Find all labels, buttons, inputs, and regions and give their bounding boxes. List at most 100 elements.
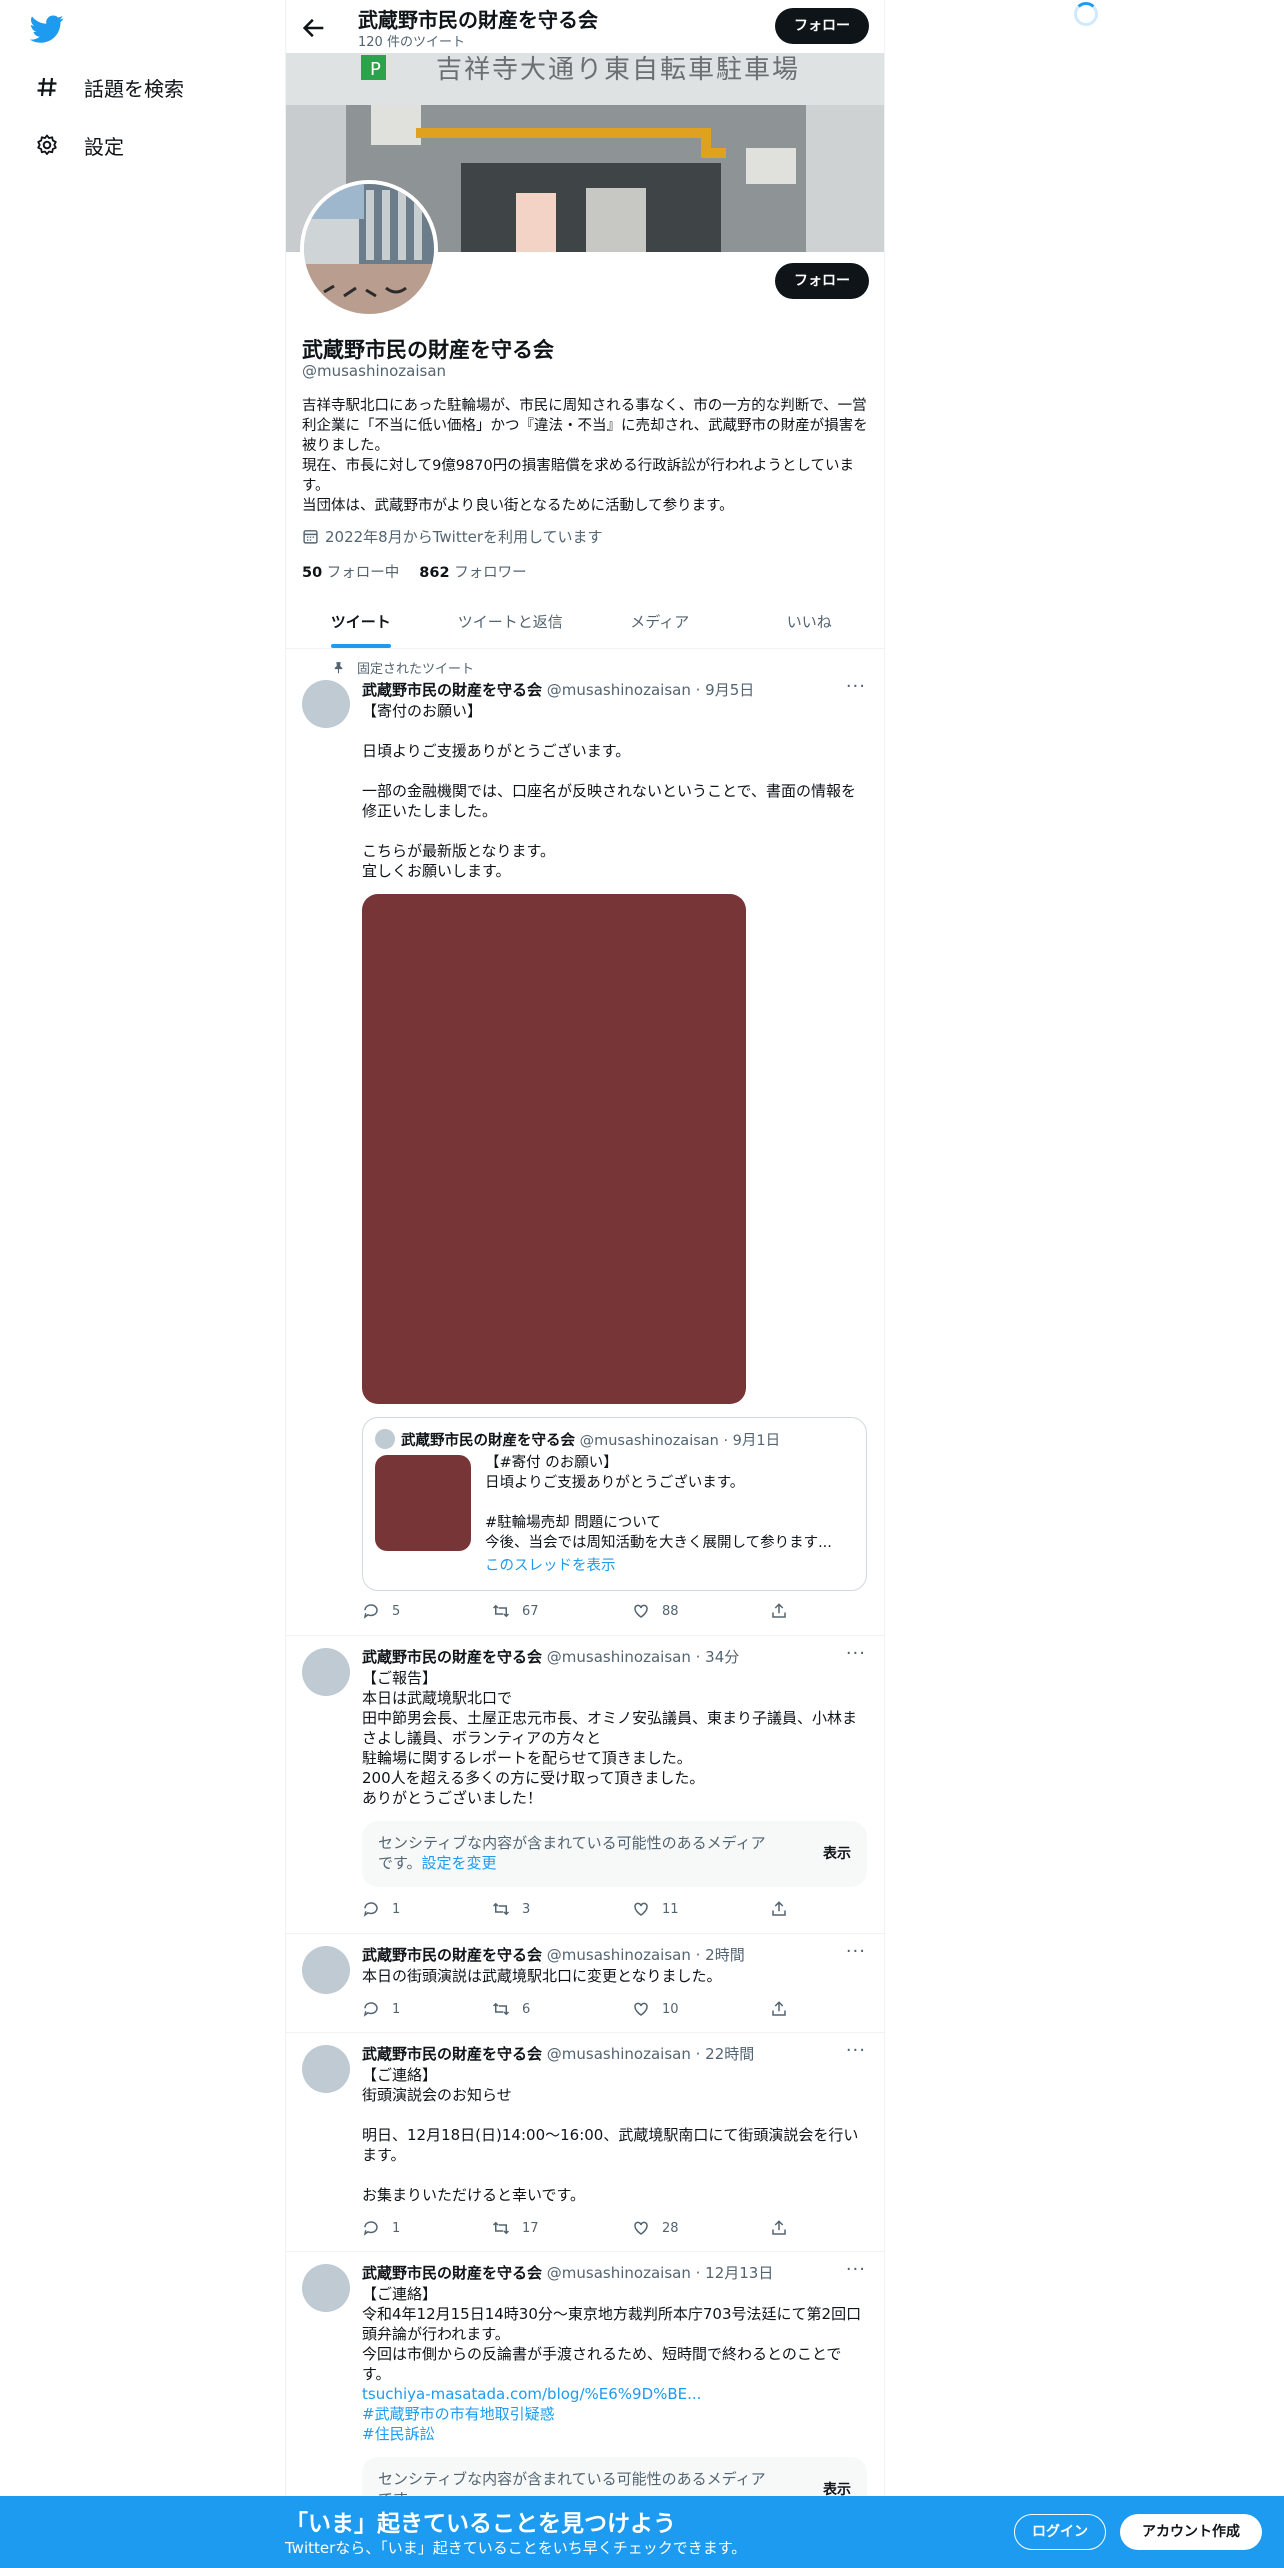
followers-link[interactable]: 862 フォロワー bbox=[419, 561, 526, 582]
retweet-icon bbox=[492, 1902, 510, 1916]
gear-icon bbox=[34, 132, 60, 158]
tweet-media[interactable] bbox=[362, 894, 746, 1404]
banner-sign-text: 吉祥寺大通り東自転車駐車場 bbox=[436, 55, 800, 85]
tweet-header: 武蔵野市民の財産を守る会 @musashinozaisan · 2時間 bbox=[362, 1946, 745, 1964]
signup-subtext: Twitterなら、「いま」起きていることをいち早くチェックできます。 bbox=[285, 2539, 747, 2557]
tweet-avatar[interactable] bbox=[302, 2264, 350, 2312]
share-button[interactable] bbox=[770, 1900, 788, 1918]
quote-media bbox=[375, 1455, 471, 1551]
like-button[interactable]: 11 bbox=[632, 1900, 679, 1918]
share-button[interactable] bbox=[770, 2000, 788, 2018]
signup-button[interactable]: アカウント作成 bbox=[1120, 2514, 1262, 2550]
like-button[interactable]: 10 bbox=[632, 2000, 679, 2018]
tweet[interactable]: 武蔵野市民の財産を守る会 @musashinozaisan · 34分 ··· … bbox=[286, 1636, 884, 1934]
reply-icon bbox=[363, 1604, 378, 1619]
reply-button[interactable]: 1 bbox=[362, 2000, 400, 2018]
calendar-icon bbox=[303, 530, 318, 544]
nav-settings-label: 設定 bbox=[84, 134, 124, 159]
tab-tweets-replies[interactable]: ツイートと返信 bbox=[436, 596, 586, 648]
retweet-button[interactable]: 6 bbox=[492, 2000, 530, 2018]
share-icon bbox=[772, 2220, 786, 2235]
profile-name: 武蔵野市民の財産を守る会 bbox=[302, 338, 554, 362]
nav-explore-label: 話題を検索 bbox=[84, 76, 184, 101]
retweet-button[interactable]: 17 bbox=[492, 2219, 539, 2237]
retweet-button[interactable]: 67 bbox=[492, 1602, 539, 1620]
tweet-avatar[interactable] bbox=[302, 2045, 350, 2093]
signup-headline: 「いま」起きていることを見つけよう bbox=[285, 2511, 676, 2537]
reply-button[interactable]: 1 bbox=[362, 1900, 400, 1918]
tweet-actions: 1 17 28 bbox=[362, 2219, 786, 2239]
retweet-icon bbox=[492, 2002, 510, 2016]
tweet-pinned[interactable]: 固定されたツイート 武蔵野市民の財産を守る会 @musashinozaisan … bbox=[286, 650, 884, 1636]
nav-explore[interactable]: 話題を検索 bbox=[34, 67, 184, 107]
tab-media[interactable]: メディア bbox=[585, 596, 735, 648]
more-options-icon[interactable]: ··· bbox=[846, 1643, 866, 1664]
reply-icon bbox=[363, 2221, 378, 2236]
more-options-icon[interactable]: ··· bbox=[846, 2040, 866, 2061]
more-options-icon[interactable]: ··· bbox=[846, 2259, 866, 2280]
tweet-avatar[interactable] bbox=[302, 680, 350, 728]
profile-joined-text: 2022年8月からTwitterを利用しています bbox=[325, 528, 603, 546]
more-options-icon[interactable]: ··· bbox=[846, 676, 866, 697]
profile-avatar[interactable] bbox=[300, 180, 438, 318]
share-icon bbox=[772, 1901, 786, 1916]
share-button[interactable] bbox=[770, 2219, 788, 2237]
quote-header: 武蔵野市民の財産を守る会 @musashinozaisan · 9月1日 bbox=[401, 1433, 781, 1449]
hashtag-link[interactable]: #住民訴訟 bbox=[362, 2424, 701, 2444]
tab-likes[interactable]: いいね bbox=[735, 596, 885, 648]
tweet-text: 【ご連絡】 令和4年12月15日14時30分～東京地方裁判所本庁703号法廷にて… bbox=[362, 2285, 862, 2383]
heart-icon bbox=[634, 2002, 648, 2016]
tweet-avatar[interactable] bbox=[302, 1648, 350, 1696]
show-thread-link[interactable]: このスレッドを表示 bbox=[485, 1554, 616, 1575]
external-link[interactable]: tsuchiya-masatada.com/blog/%E6%9D%BE... bbox=[362, 2384, 701, 2404]
like-button[interactable]: 88 bbox=[632, 1602, 679, 1620]
tweet-actions: 5 67 88 bbox=[362, 1602, 786, 1622]
back-arrow-icon[interactable] bbox=[300, 14, 328, 42]
tweet-text: 【ご報告】 本日は武蔵境駅北口で 田中節男会長、土屋正忠元市長、オミノ安弘議員、… bbox=[362, 1669, 858, 1807]
hashtag-link[interactable]: #武蔵野市の市有地取引疑惑 bbox=[362, 2404, 701, 2424]
show-media-button[interactable]: 表示 bbox=[823, 1843, 851, 1863]
quote-tweet[interactable]: 武蔵野市民の財産を守る会 @musashinozaisan · 9月1日 【#寄… bbox=[362, 1417, 867, 1591]
tweet-header: 武蔵野市民の財産を守る会 @musashinozaisan · 9月5日 bbox=[362, 681, 755, 699]
profile-header-bar: 武蔵野市民の財産を守る会 120 件のツイート フォロー bbox=[286, 0, 884, 53]
heart-icon bbox=[634, 1604, 648, 1618]
tweet-media-image bbox=[362, 894, 746, 1404]
change-settings-link[interactable]: 設定を変更 bbox=[422, 1854, 497, 1872]
quote-text: 【#寄付 のお願い】 日頃よりご支援ありがとうございます。 #駐輪場売却 問題に… bbox=[485, 1455, 832, 1551]
like-button[interactable]: 28 bbox=[632, 2219, 679, 2237]
tweet-header: 武蔵野市民の財産を守る会 @musashinozaisan · 12月13日 bbox=[362, 2264, 774, 2282]
tweet-text: 【寄付のお願い】 日頃よりご支援ありがとうございます。 一部の金融機関では、口座… bbox=[362, 702, 856, 880]
tweet-text: 本日の街頭演説は武蔵境駅北口に変更となりました。 bbox=[362, 1967, 722, 1985]
pin-icon bbox=[334, 662, 343, 674]
retweet-icon bbox=[492, 1604, 510, 1618]
share-icon bbox=[772, 1603, 786, 1618]
tweet[interactable]: 武蔵野市民の財産を守る会 @musashinozaisan · 2時間 ··· … bbox=[286, 1934, 884, 2033]
tweet-actions: 1 6 10 bbox=[362, 2000, 786, 2020]
header-tweet-count: 120 件のツイート bbox=[358, 35, 465, 50]
header-follow-button[interactable]: フォロー bbox=[775, 8, 869, 44]
profile-handle: @musashinozaisan bbox=[302, 362, 447, 380]
signup-banner: 「いま」起きていることを見つけよう Twitterなら、「いま」起きていることを… bbox=[0, 2496, 1284, 2568]
share-button[interactable] bbox=[770, 1602, 788, 1620]
login-button[interactable]: ログイン bbox=[1014, 2514, 1106, 2550]
profile-follow-button[interactable]: フォロー bbox=[775, 263, 869, 299]
following-link[interactable]: 50 フォロー中 bbox=[302, 561, 399, 582]
hashtag-icon bbox=[34, 74, 60, 100]
reply-button[interactable]: 5 bbox=[362, 1602, 400, 1620]
retweet-button[interactable]: 3 bbox=[492, 1900, 530, 1918]
tab-tweets[interactable]: ツイート bbox=[286, 596, 436, 648]
svg-text:P: P bbox=[370, 59, 381, 80]
share-icon bbox=[772, 2001, 786, 2016]
tweet-text: 【ご連絡】 街頭演説会のお知らせ 明日、12月18日(日)14:00～16:00… bbox=[362, 2066, 859, 2204]
tweet-avatar[interactable] bbox=[302, 1946, 350, 1994]
loading-spinner-icon bbox=[1074, 2, 1098, 26]
quote-avatar bbox=[375, 1429, 395, 1449]
more-options-icon[interactable]: ··· bbox=[846, 1941, 866, 1962]
tweet[interactable]: 武蔵野市民の財産を守る会 @musashinozaisan · 22時間 ···… bbox=[286, 2033, 884, 2252]
twitter-logo-icon[interactable] bbox=[30, 12, 64, 46]
nav-settings[interactable]: 設定 bbox=[34, 125, 124, 165]
tweet-actions: 1 3 11 bbox=[362, 1900, 786, 1920]
reply-button[interactable]: 1 bbox=[362, 2219, 400, 2237]
pinned-indicator: 固定されたツイート bbox=[332, 658, 474, 677]
sensitive-media-notice: センシティブな内容が含まれている可能性のあるメディアです。設定を変更 表示 bbox=[362, 1821, 867, 1887]
